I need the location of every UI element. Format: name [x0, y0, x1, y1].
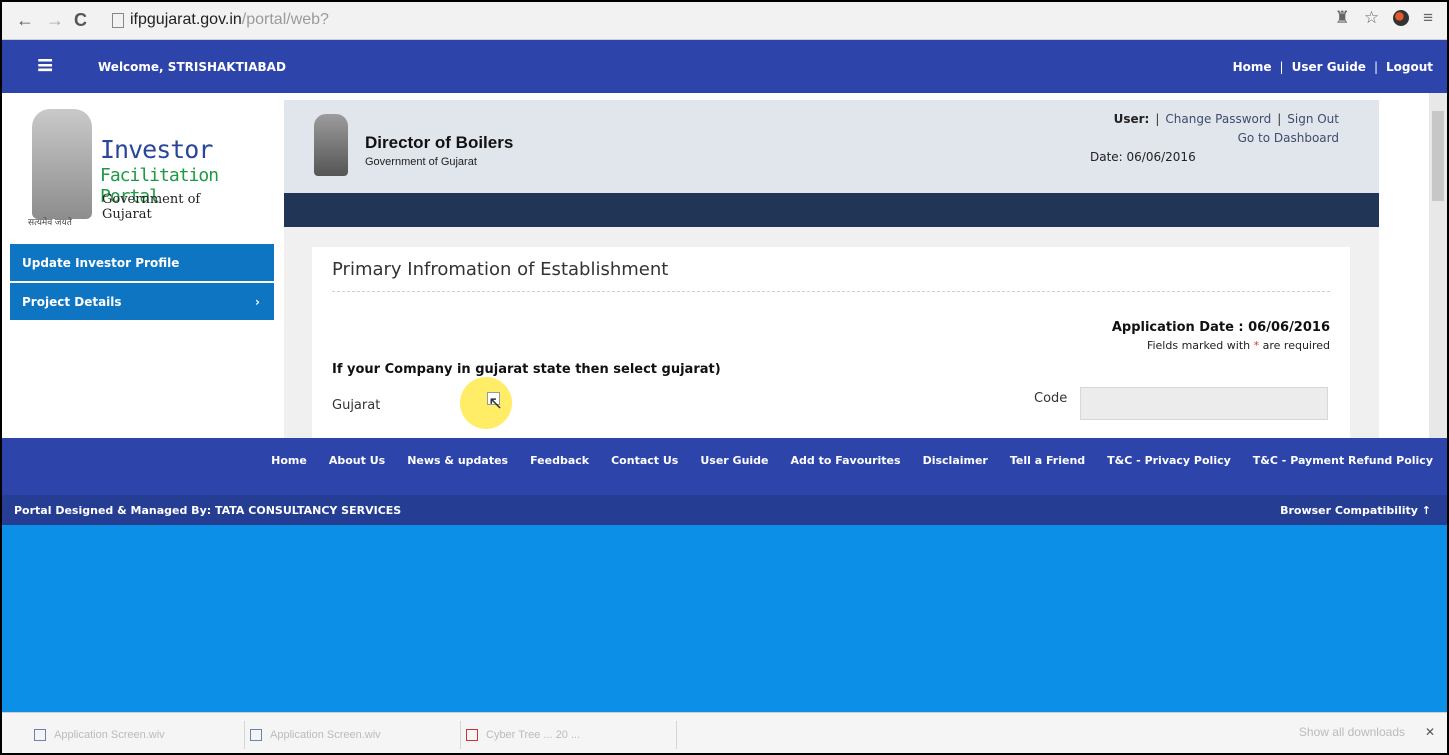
required-note: Fields marked with * are required [1147, 339, 1330, 352]
form-title: Primary Infromation of Establishment [332, 259, 669, 280]
footer-link-home[interactable]: Home [271, 454, 307, 467]
welcome-text: Welcome, STRISHAKTIABAD [98, 60, 286, 74]
required-note-post: are required [1262, 339, 1330, 352]
top-links: Home | User Guide | Logout [1233, 60, 1433, 74]
user-label: User: [1113, 112, 1150, 126]
required-note-pre: Fields marked with [1146, 339, 1251, 352]
change-password-link[interactable]: Change Password [1165, 112, 1271, 126]
mouse-cursor-icon: ↖ [488, 393, 504, 413]
browser-toolbar: ← → C ifpgujarat.gov.in /portal/web? ♜ ☆… [2, 2, 1447, 40]
form-panel: Primary Infromation of Establishment App… [312, 247, 1350, 438]
dashboard-link-wrap: Go to Dashboard [1238, 131, 1339, 145]
sidebar-item-project-details[interactable]: Project Details › [10, 283, 274, 320]
pin-icon[interactable]: ♜ [1335, 8, 1350, 28]
url-host: ifpgujarat.gov.in [130, 11, 242, 28]
application-date: Application Date : 06/06/2016 [1111, 320, 1330, 335]
close-icon[interactable]: ✕ [1425, 725, 1435, 739]
page-icon [112, 12, 124, 28]
download-item-name: Application Screen.wiv [270, 729, 381, 741]
sidebar-item-update-investor-profile[interactable]: Update Investor Profile [10, 244, 274, 281]
logo-government: Government of Gujarat [102, 192, 201, 222]
footer-link-feedback[interactable]: Feedback [530, 454, 589, 467]
separator: | [1373, 60, 1378, 74]
footer-link-about-us[interactable]: About Us [329, 454, 385, 467]
sidebar: Update Investor Profile Project Details … [10, 244, 274, 322]
designed-by-text: Portal Designed & Managed By: TATA CONSU… [14, 504, 402, 517]
top-nav-bar: ≡ Welcome, STRISHAKTIABAD Home | User Gu… [2, 40, 1447, 93]
back-icon[interactable]: ← [16, 10, 34, 30]
state-emblem-icon [314, 114, 348, 176]
arrow-up-icon: ↑ [1421, 504, 1431, 517]
file-icon [34, 729, 46, 741]
footer-link-privacy-policy[interactable]: T&C - Privacy Policy [1107, 454, 1231, 467]
main-content: Investor Facilitation Portal Government … [2, 93, 1447, 438]
footer-nav: Home About Us News & updates Feedback Co… [2, 438, 1447, 495]
forward-icon[interactable]: → [46, 10, 64, 30]
user-links: User: | Change Password | Sign Out [1114, 112, 1339, 126]
top-link-user-guide[interactable]: User Guide [1292, 60, 1366, 74]
site-viewport: ≡ Welcome, STRISHAKTIABAD Home | User Gu… [2, 40, 1447, 712]
footer-link-user-guide[interactable]: User Guide [700, 454, 768, 467]
file-icon [466, 729, 478, 741]
reload-icon[interactable]: C [74, 10, 87, 30]
extension-icon[interactable] [1393, 10, 1410, 26]
top-link-home[interactable]: Home [1233, 60, 1272, 74]
address-bar[interactable]: ifpgujarat.gov.in /portal/web? [112, 9, 329, 31]
ashoka-emblem-icon [32, 109, 92, 219]
portal-logo[interactable]: Investor Facilitation Portal Government … [24, 99, 254, 233]
footer-link-refund-policy[interactable]: T&C - Payment Refund Policy [1253, 454, 1433, 467]
browser-menu-icon[interactable]: ≡ [1423, 8, 1433, 28]
download-item[interactable]: Cyber Tree ... 20 ... [454, 721, 677, 749]
browser-compatibility-link[interactable]: Browser Compatibility ↑ [1280, 504, 1431, 517]
page-scroll-thumb[interactable] [1432, 111, 1444, 201]
sign-out-link[interactable]: Sign Out [1287, 112, 1339, 126]
code-label: Code [1034, 391, 1068, 406]
current-date: Date: 06/06/2016 [1090, 150, 1196, 164]
browser-window: ← → C ifpgujarat.gov.in /portal/web? ♜ ☆… [0, 0, 1449, 755]
code-input[interactable] [1080, 387, 1328, 420]
footer-link-contact-us[interactable]: Contact Us [611, 454, 678, 467]
header-band [284, 193, 1379, 227]
gujarat-label: Gujarat [332, 398, 381, 413]
footer-link-news[interactable]: News & updates [407, 454, 508, 467]
hamburger-menu-icon[interactable]: ≡ [36, 55, 54, 77]
show-all-downloads-link[interactable]: Show all downloads [1299, 725, 1405, 739]
click-highlight [460, 377, 512, 429]
inner-frame: Director of Boilers Government of Gujara… [284, 100, 1379, 438]
sidebar-item-label: Update Investor Profile [22, 255, 180, 270]
required-star: * [1253, 339, 1260, 352]
download-item-name: Application Screen.wiv [54, 729, 165, 741]
footer-link-add-favourites[interactable]: Add to Favourites [791, 454, 901, 467]
logo-title: Investor [100, 135, 213, 164]
separator: | [1277, 112, 1282, 126]
browser-compatibility-label: Browser Compatibility [1280, 504, 1418, 517]
credits-bar: Portal Designed & Managed By: TATA CONSU… [2, 495, 1447, 525]
footer-link-tell-a-friend[interactable]: Tell a Friend [1010, 454, 1085, 467]
downloads-bar: Application Screen.wiv Application Scree… [2, 712, 1447, 753]
bookmark-star-icon[interactable]: ☆ [1364, 8, 1379, 28]
download-item-name: Cyber Tree ... 20 ... [486, 729, 581, 741]
url-path: /portal/web? [241, 11, 329, 28]
go-to-dashboard-link[interactable]: Go to Dashboard [1238, 131, 1339, 145]
footer-links: Home About Us News & updates Feedback Co… [271, 454, 1433, 467]
file-icon [250, 729, 262, 741]
top-link-logout[interactable]: Logout [1386, 60, 1433, 74]
download-item[interactable]: Application Screen.wiv [22, 721, 245, 749]
download-item[interactable]: Application Screen.wiv [238, 721, 461, 749]
footer-link-disclaimer[interactable]: Disclaimer [923, 454, 988, 467]
browser-actions: ♜ ☆ ≡ [1335, 8, 1433, 28]
chevron-right-icon: › [255, 294, 260, 309]
separator: | [1155, 112, 1160, 126]
page-scrollbar[interactable] [1429, 93, 1447, 438]
divider [332, 291, 1330, 292]
separator: | [1279, 60, 1284, 74]
department-header: Director of Boilers Government of Gujara… [284, 100, 1379, 193]
department-name: Director of Boilers [365, 133, 514, 152]
department-subtitle: Government of Gujarat [365, 156, 477, 168]
logo-tagline: सत्यमेव जयते [28, 217, 72, 227]
state-question: If your Company in gujarat state then se… [332, 362, 721, 377]
sidebar-item-label: Project Details [22, 294, 122, 309]
